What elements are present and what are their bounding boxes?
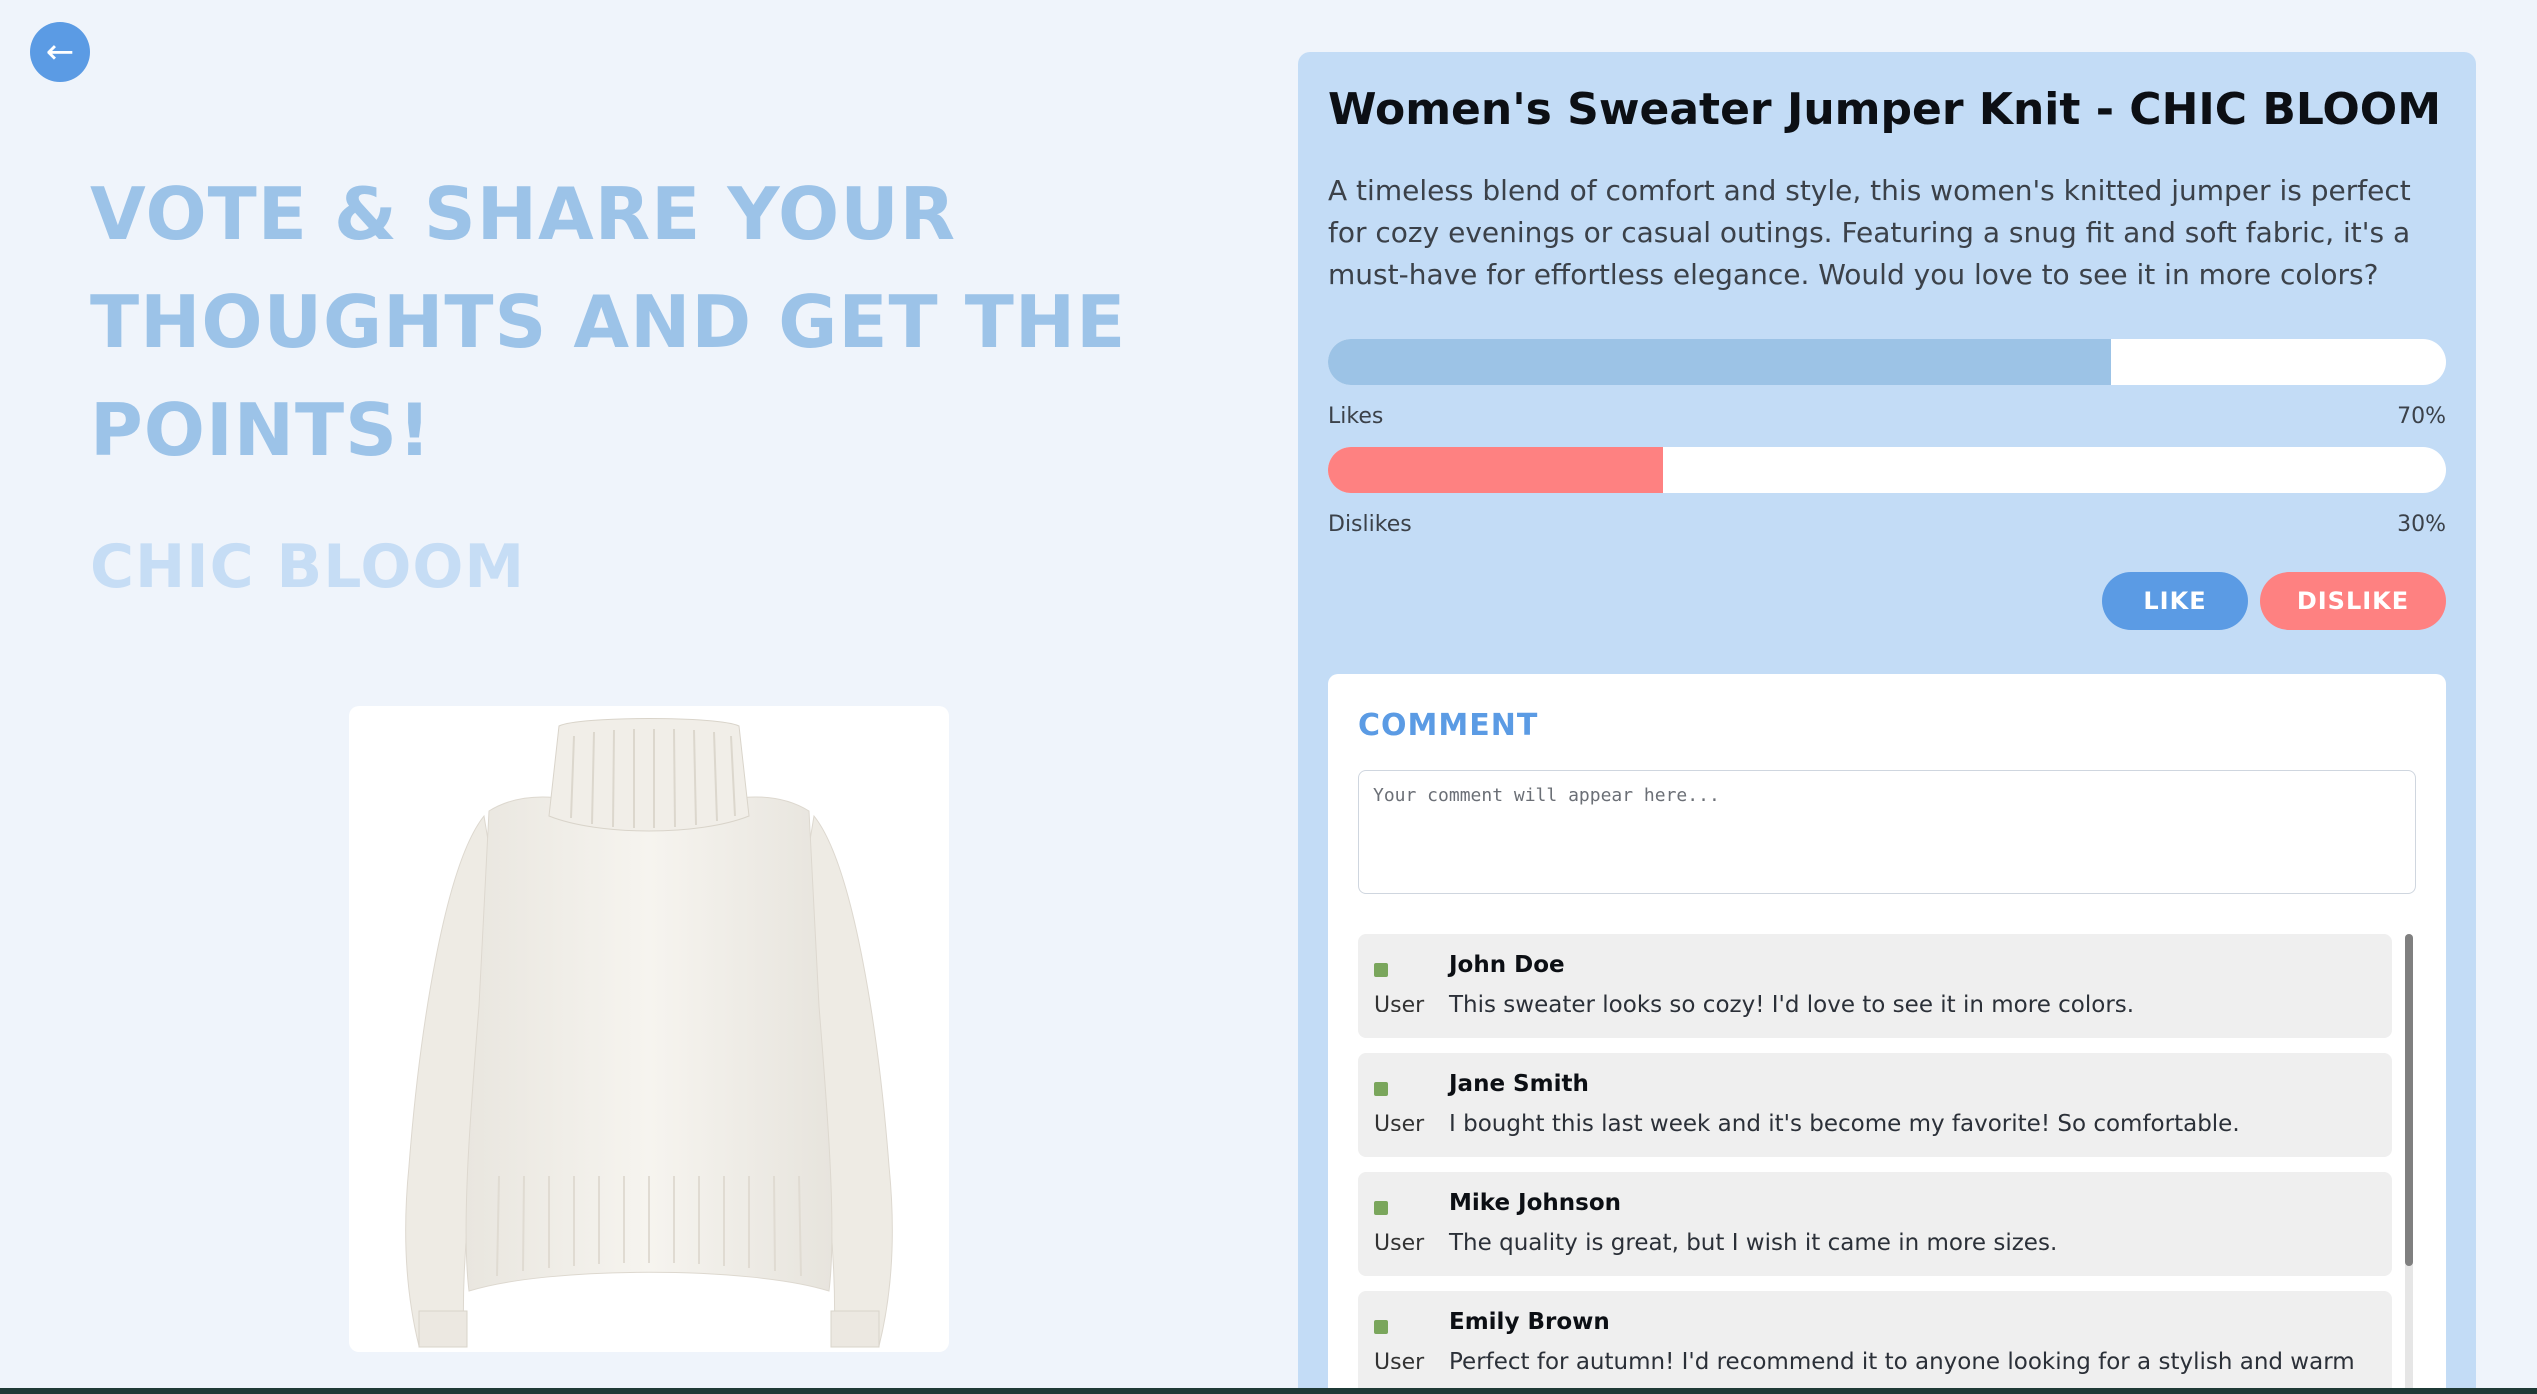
brand-name: CHIC BLOOM <box>90 532 526 602</box>
back-button[interactable]: ← <box>30 22 90 82</box>
product-title: Women's Sweater Jumper Knit - CHIC BLOOM <box>1328 84 2441 135</box>
broken-image-icon <box>1374 1201 1388 1215</box>
likes-progress-bar <box>1328 339 2446 385</box>
arrow-left-icon: ← <box>45 32 75 72</box>
comments-scrollbar[interactable] <box>2405 934 2413 1394</box>
comments-list: User avatar John Doe This sweater looks … <box>1358 934 2392 1394</box>
avatar: User avatar <box>1374 1309 1434 1369</box>
sweater-illustration <box>405 718 893 1348</box>
comment-author: Emily Brown <box>1449 1309 1610 1335</box>
like-button[interactable]: LIKE <box>2102 572 2248 630</box>
avatar-alt-text: User avatar <box>1374 1350 1425 1369</box>
product-panel: Women's Sweater Jumper Knit - CHIC BLOOM… <box>1298 52 2476 1394</box>
dislikes-row: Dislikes 30% <box>1328 512 2446 537</box>
comment-heading: COMMENT <box>1358 708 1539 743</box>
avatar-alt-text: User avatar <box>1374 1231 1425 1250</box>
broken-image-icon <box>1374 963 1388 977</box>
comment-text: This sweater looks so cozy! I'd love to … <box>1449 992 2135 1018</box>
dislikes-progress-fill <box>1328 447 1664 493</box>
avatar-alt-text: User avatar <box>1374 993 1425 1012</box>
comment-item: User avatar Mike Johnson The quality is … <box>1358 1172 2392 1276</box>
likes-progress-fill <box>1328 339 2111 385</box>
dislike-button[interactable]: DISLIKE <box>2260 572 2446 630</box>
avatar: User avatar <box>1374 952 1434 1012</box>
comment-item: User avatar John Doe This sweater looks … <box>1358 934 2392 1038</box>
likes-percentage: 70% <box>2397 404 2446 429</box>
comment-author: Mike Johnson <box>1449 1190 1622 1216</box>
likes-label: Likes <box>1328 404 1384 429</box>
avatar: User avatar <box>1374 1071 1434 1131</box>
avatar: User avatar <box>1374 1190 1434 1250</box>
broken-image-icon <box>1374 1320 1388 1334</box>
comment-text: The quality is great, but I wish it came… <box>1449 1230 2058 1256</box>
dislikes-label: Dislikes <box>1328 512 1412 537</box>
comment-item: User avatar Jane Smith I bought this las… <box>1358 1053 2392 1157</box>
broken-image-icon <box>1374 1082 1388 1096</box>
bottom-edge <box>0 1388 2537 1394</box>
avatar-alt-text: User avatar <box>1374 1112 1425 1131</box>
dislikes-progress-bar <box>1328 447 2446 493</box>
comment-section: COMMENT User avatar John Doe This sweate… <box>1328 674 2446 1394</box>
comment-author: Jane Smith <box>1449 1071 1589 1097</box>
comments-scrollbar-thumb[interactable] <box>2405 934 2413 1266</box>
likes-row: Likes 70% <box>1328 404 2446 429</box>
comment-text: I bought this last week and it's become … <box>1449 1111 2240 1137</box>
comment-text: Perfect for autumn! I'd recommend it to … <box>1449 1349 2355 1375</box>
dislikes-percentage: 30% <box>2397 512 2446 537</box>
comment-author: John Doe <box>1449 952 1565 978</box>
product-image <box>349 706 949 1352</box>
product-description: A timeless blend of comfort and style, t… <box>1328 174 2411 291</box>
comment-item: User avatar Emily Brown Perfect for autu… <box>1358 1291 2392 1394</box>
hero-headline: VOTE & SHARE YOUR THOUGHTS AND GET THE P… <box>90 172 1127 472</box>
comment-input[interactable] <box>1358 770 2416 894</box>
